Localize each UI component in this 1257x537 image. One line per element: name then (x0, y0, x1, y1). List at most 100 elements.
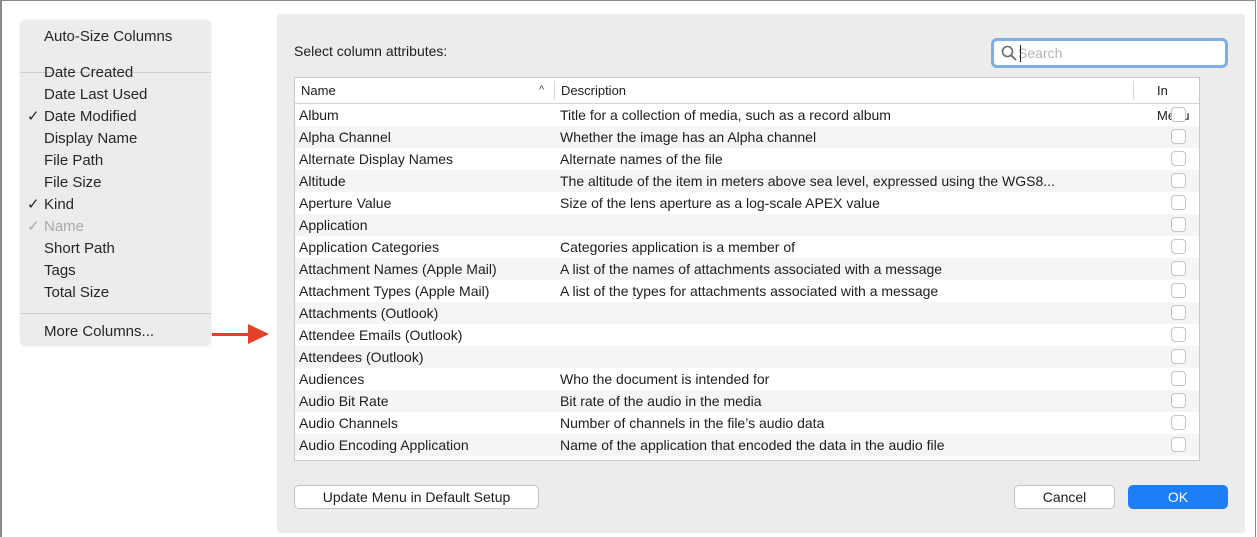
column-context-menu: Auto-Size Columns Date Created Date Last… (20, 20, 211, 346)
cell-attribute-description: Whether the image has an Alpha channel (560, 129, 817, 145)
cell-attribute-description: Title for a collection of media, such as… (560, 107, 891, 123)
in-menu-checkbox[interactable] (1171, 239, 1186, 254)
table-header: Name ^ Description In Menu (295, 78, 1199, 123)
in-menu-checkbox[interactable] (1171, 151, 1186, 166)
sort-ascending-icon[interactable]: ^ (539, 78, 544, 103)
menu-item-label: Kind (44, 196, 75, 213)
menu-item-label: Short Path (44, 240, 115, 257)
text-cursor (1020, 45, 1021, 62)
in-menu-checkbox[interactable] (1171, 415, 1186, 430)
search-input[interactable] (1018, 43, 1218, 63)
magnifier-icon (1001, 45, 1017, 61)
in-menu-checkbox[interactable] (1171, 283, 1186, 298)
table-row[interactable]: Attendees (Outlook) (295, 346, 1199, 368)
annotation-arrow-shaft (212, 333, 252, 336)
cell-attribute-description: Number of channels in the file’s audio d… (560, 415, 825, 431)
menu-item-date-created[interactable]: Date Created (20, 62, 211, 84)
menu-item-label: Date Modified (44, 108, 137, 125)
cell-attribute-name: Audio Encoding Application (299, 437, 469, 453)
in-menu-checkbox[interactable] (1171, 129, 1186, 144)
cell-attribute-name: Application (299, 217, 368, 233)
cell-attribute-name: Attachments (Outlook) (299, 305, 439, 321)
in-menu-checkbox[interactable] (1171, 371, 1186, 386)
column-header-name[interactable]: Name (301, 78, 336, 103)
ok-button[interactable]: OK (1128, 485, 1228, 509)
menu-item-auto-size-columns[interactable]: Auto-Size Columns (20, 26, 211, 48)
in-menu-checkbox[interactable] (1171, 349, 1186, 364)
table-row[interactable]: Application (295, 214, 1199, 236)
table-row[interactable]: Audiences Who the document is intended fo… (295, 368, 1199, 390)
table-row[interactable]: Attachment Names (Apple Mail) A list of t… (295, 258, 1199, 280)
in-menu-checkbox[interactable] (1171, 327, 1186, 342)
menu-item-label: File Size (44, 174, 102, 191)
table-row[interactable]: Alternate Display Names Alternate names o… (295, 148, 1199, 170)
menu-item-label: Auto-Size Columns (44, 28, 173, 45)
cell-attribute-name: Application Categories (299, 239, 440, 255)
in-menu-checkbox[interactable] (1171, 195, 1186, 210)
menu-separator (20, 313, 211, 314)
menu-item-label: File Path (44, 152, 104, 169)
column-attributes-dialog: Select column attributes: Name ^ Descrip… (277, 14, 1245, 533)
table-row[interactable]: Alpha Channel Whether the image has an Al… (295, 126, 1199, 148)
dialog-title: Select column attributes: (294, 43, 448, 59)
table-row[interactable]: Application Categories Categories applica… (295, 236, 1199, 258)
table-row[interactable]: Attachment Types (Apple Mail) A list of t… (295, 280, 1199, 302)
cell-attribute-description: Alternate names of the file (560, 151, 723, 167)
cell-attribute-description: Categories application is a member of (560, 239, 796, 255)
cell-attribute-name: Aperture Value (299, 195, 392, 211)
annotation-arrow-icon (248, 324, 269, 344)
search-field[interactable] (991, 38, 1228, 68)
checkmark-icon: ✓ (27, 218, 40, 235)
in-menu-checkbox[interactable] (1171, 217, 1186, 232)
menu-item-short-path[interactable]: Short Path (20, 238, 211, 260)
column-divider[interactable] (1133, 81, 1134, 100)
menu-item-total-size[interactable]: Total Size (20, 282, 211, 304)
menu-item-date-last-used[interactable]: Date Last Used (20, 84, 211, 106)
cell-attribute-name: Audio Bit Rate (299, 393, 389, 409)
in-menu-checkbox[interactable] (1171, 305, 1186, 320)
menu-item-label: Date Created (44, 64, 134, 81)
update-menu-default-button[interactable]: Update Menu in Default Setup (294, 485, 539, 509)
table-row[interactable]: Attendee Emails (Outlook) (295, 324, 1199, 346)
menu-item-label: Date Last Used (44, 86, 148, 103)
in-menu-checkbox[interactable] (1171, 393, 1186, 408)
cell-attribute-name: Alpha Channel (299, 129, 391, 145)
in-menu-checkbox[interactable] (1171, 261, 1186, 276)
cell-attribute-description: The altitude of the item in meters above… (560, 173, 1055, 189)
menu-item-label: Name (44, 218, 85, 235)
column-divider[interactable] (554, 81, 555, 100)
cell-attribute-name: Attachment Names (Apple Mail) (299, 261, 497, 277)
menu-item-tags[interactable]: Tags (20, 260, 211, 282)
table-row[interactable]: Aperture Value Size of the lens aperture … (295, 192, 1199, 214)
menu-item-kind[interactable]: ✓ Kind (20, 194, 211, 216)
table-row[interactable]: Attachments (Outlook) (295, 302, 1199, 324)
menu-item-label: More Columns... (44, 323, 155, 340)
menu-item-label: Tags (44, 262, 76, 279)
menu-item-file-path[interactable]: File Path (20, 150, 211, 172)
menu-item-more-columns[interactable]: More Columns... (20, 321, 211, 343)
menu-item-label: Display Name (44, 130, 138, 147)
cancel-button[interactable]: Cancel (1014, 485, 1115, 509)
cell-attribute-description: A list of the names of attachments assoc… (560, 261, 943, 277)
cell-attribute-description: A list of the types for attachments asso… (560, 283, 939, 299)
table-row[interactable]: Altitude The altitude of the item in mete… (295, 170, 1199, 192)
in-menu-checkbox[interactable] (1171, 173, 1186, 188)
table-row[interactable]: Audio Encoding Application Name of the ap… (295, 434, 1199, 456)
cell-attribute-name: Audiences (299, 371, 365, 387)
menu-item-date-modified[interactable]: ✓ Date Modified (20, 106, 211, 128)
column-header-in-menu[interactable]: In Menu (1157, 78, 1199, 123)
menu-item-display-name[interactable]: Display Name (20, 128, 211, 150)
table-row[interactable]: Album Title for a collection of media, su… (295, 104, 1199, 126)
column-header-description[interactable]: Description (561, 78, 626, 103)
menu-item-name: ✓ Name (20, 216, 211, 238)
checkmark-icon: ✓ (27, 108, 40, 125)
menu-item-file-size[interactable]: File Size (20, 172, 211, 194)
table-row[interactable]: Audio Bit Rate Bit rate of the audio in t… (295, 390, 1199, 412)
in-menu-checkbox[interactable] (1171, 437, 1186, 452)
cell-attribute-name: Alternate Display Names (299, 151, 454, 167)
attributes-table: Name ^ Description In Menu Album Title fo… (294, 77, 1200, 461)
table-row[interactable]: Audio Channels Number of channels in the … (295, 412, 1199, 434)
cell-attribute-name: Audio Channels (299, 415, 398, 431)
cell-attribute-description: Who the document is intended for (560, 371, 770, 387)
in-menu-checkbox[interactable] (1171, 107, 1186, 122)
